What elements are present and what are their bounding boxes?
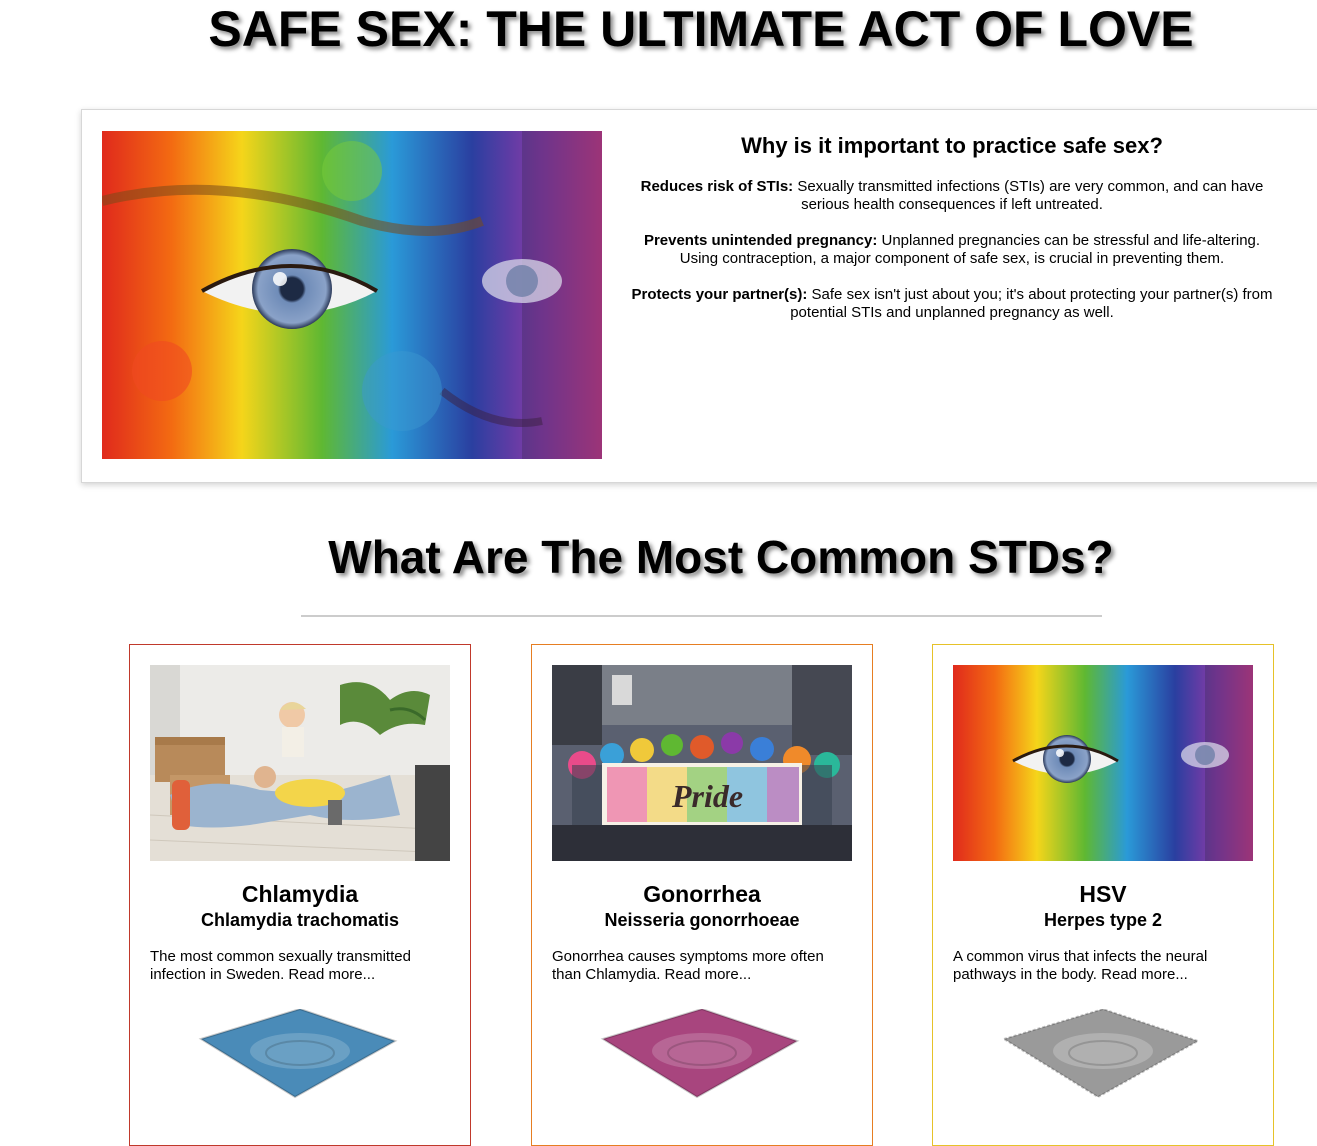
section-divider — [301, 615, 1102, 617]
safe-sex-reasons: Why is it important to practice safe sex… — [627, 130, 1277, 340]
card-description[interactable]: Gonorrhea causes symptoms more often tha… — [552, 948, 852, 984]
card-title: HSV — [1079, 881, 1127, 907]
reason-label: Reduces risk of STIs: — [640, 178, 794, 195]
card-subtitle: Neisseria gonorrhoeae — [604, 910, 800, 930]
reason-reduce-sti: Reduces risk of STIs: Sexually transmitt… — [627, 178, 1277, 214]
page-title: SAFE SEX: THE ULTIMATE ACT OF LOVE — [208, 1, 1194, 57]
card-subtitle: Chlamydia trachomatis — [200, 910, 400, 930]
banner-text: Pride — [671, 778, 743, 814]
rainbow-face-image — [953, 665, 1253, 861]
safe-sex-info-panel: Why is it important to practice safe sex… — [81, 109, 1317, 483]
card-title: Gonorrhea — [643, 881, 761, 907]
reason-text: Sexually transmitted infections (STIs) a… — [793, 178, 1264, 213]
std-card-gonorrhea[interactable]: Pride Gonorrhea Neisseria gonorrhoeae Go… — [531, 644, 873, 1146]
card-description[interactable]: A common virus that infects the neural p… — [953, 948, 1253, 984]
rainbow-face-image — [102, 131, 602, 459]
std-card-chlamydia[interactable]: Chlamydia Chlamydia trachomatis The most… — [129, 644, 471, 1146]
reason-protect-partner: Protects your partner(s): Safe sex isn't… — [627, 286, 1277, 322]
reason-label: Prevents unintended pregnancy: — [643, 232, 878, 249]
condom-wrapper-icon — [998, 1009, 1208, 1109]
condom-wrapper-icon — [195, 1009, 405, 1109]
card-title: Chlamydia — [241, 881, 359, 907]
reason-prevent-pregnancy: Prevents unintended pregnancy: Unplanned… — [627, 232, 1277, 268]
reason-label: Protects your partner(s): — [631, 286, 808, 303]
pride-parade-image: Pride — [552, 665, 852, 861]
reason-text: Safe sex isn't just about you; it's abou… — [790, 286, 1273, 321]
card-subtitle: Herpes type 2 — [1043, 910, 1163, 930]
reasons-heading: Why is it important to practice safe sex… — [741, 133, 1163, 158]
stds-heading: What Are The Most Common STDs? — [328, 531, 1114, 583]
condom-wrapper-icon — [597, 1009, 807, 1109]
std-card-hsv[interactable]: HSV Herpes type 2 A common virus that in… — [932, 644, 1274, 1146]
couple-on-floor-image — [150, 665, 450, 861]
card-description[interactable]: The most common sexually transmitted inf… — [150, 948, 450, 984]
